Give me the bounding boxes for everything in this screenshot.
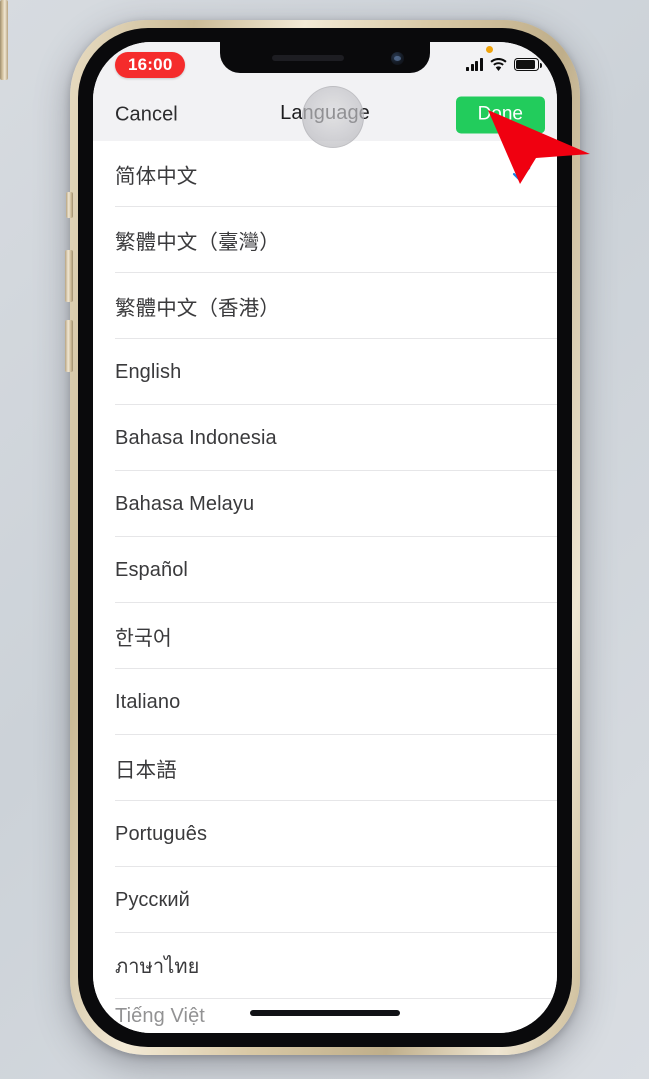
battery-icon	[514, 58, 542, 71]
volume-up-button[interactable]	[65, 250, 73, 302]
status-icons	[466, 58, 542, 71]
notch	[220, 42, 430, 73]
language-label: 繁體中文（香港）	[115, 297, 280, 320]
phone-screen: 16:00 Cancel Language Done	[93, 42, 557, 1033]
list-item-language[interactable]: 繁體中文（香港）	[93, 273, 557, 339]
power-button[interactable]	[0, 0, 8, 80]
language-label: 한국어	[115, 627, 172, 650]
earpiece-speaker-icon	[272, 55, 344, 61]
status-time: 16:00	[115, 52, 186, 78]
list-item-language[interactable]: 简体中文	[93, 141, 557, 207]
language-label: 日本語	[115, 759, 177, 782]
language-label: Español	[115, 558, 188, 581]
microphone-indicator-icon	[486, 46, 493, 53]
list-item-language[interactable]: English	[93, 339, 557, 405]
cellular-signal-icon	[466, 58, 483, 71]
list-item-language[interactable]: Español	[93, 537, 557, 603]
list-item-language[interactable]: Bahasa Indonesia	[93, 405, 557, 471]
list-item-language[interactable]: Português	[93, 801, 557, 867]
list-item-language[interactable]: 繁體中文（臺灣）	[93, 207, 557, 273]
language-label: Bahasa Indonesia	[115, 426, 277, 449]
language-label: Русский	[115, 888, 190, 911]
tap-circle-indicator	[302, 86, 364, 148]
home-indicator[interactable]	[250, 1010, 400, 1016]
screenshot-stage: 16:00 Cancel Language Done	[0, 0, 649, 1079]
list-item-language[interactable]: Русский	[93, 867, 557, 933]
language-label: Tiếng Việt	[115, 1004, 205, 1027]
cancel-button[interactable]: Cancel	[115, 103, 178, 126]
list-item-language[interactable]: 한국어	[93, 603, 557, 669]
language-label: Italiano	[115, 690, 181, 713]
mute-switch-button[interactable]	[66, 192, 73, 218]
language-label: 简体中文	[115, 165, 198, 188]
checkmark-icon	[512, 165, 531, 184]
language-label: English	[115, 360, 182, 383]
language-list[interactable]: 简体中文 繁體中文（臺灣） 繁體中文（香港） English Bahasa In…	[93, 141, 557, 1033]
list-item-language[interactable]: 日本語	[93, 735, 557, 801]
list-item-language[interactable]: Italiano	[93, 669, 557, 735]
language-label: 繁體中文（臺灣）	[115, 231, 280, 254]
language-label: Bahasa Melayu	[115, 492, 255, 515]
list-item-language[interactable]: Bahasa Melayu	[93, 471, 557, 537]
list-item-language[interactable]: Tiếng Việt	[93, 999, 557, 1033]
wifi-icon	[490, 58, 507, 71]
language-label: Português	[115, 822, 208, 845]
done-button[interactable]: Done	[455, 96, 545, 133]
front-camera-icon	[391, 52, 404, 65]
list-item-language[interactable]: ภาษาไทย	[93, 933, 557, 999]
language-label: ภาษาไทย	[115, 956, 200, 978]
volume-down-button[interactable]	[65, 320, 73, 372]
